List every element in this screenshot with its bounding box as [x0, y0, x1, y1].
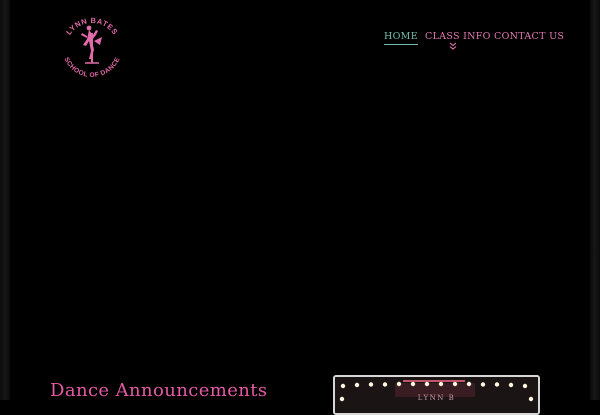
page-edge-right: [590, 0, 600, 400]
nav-home-label: HOME: [384, 31, 418, 42]
nav-home[interactable]: HOME: [384, 31, 418, 45]
marquee-text: LYNN B: [417, 394, 456, 402]
marquee-sign-image: LYNN B: [333, 375, 540, 415]
nav-class-info[interactable]: CLASS INFO: [425, 31, 491, 50]
nav-class-info-label: CLASS INFO: [425, 31, 491, 42]
nav-contact-us[interactable]: CONTACT US: [494, 31, 564, 42]
double-chevron-down-icon[interactable]: [449, 42, 457, 50]
announcements-title: Dance Announcements: [50, 380, 268, 401]
page-edge-left: [0, 0, 10, 400]
main-nav: HOME CLASS INFO CONTACT US: [0, 31, 600, 51]
active-underline: [384, 44, 418, 45]
nav-contact-us-label: CONTACT US: [494, 31, 565, 42]
